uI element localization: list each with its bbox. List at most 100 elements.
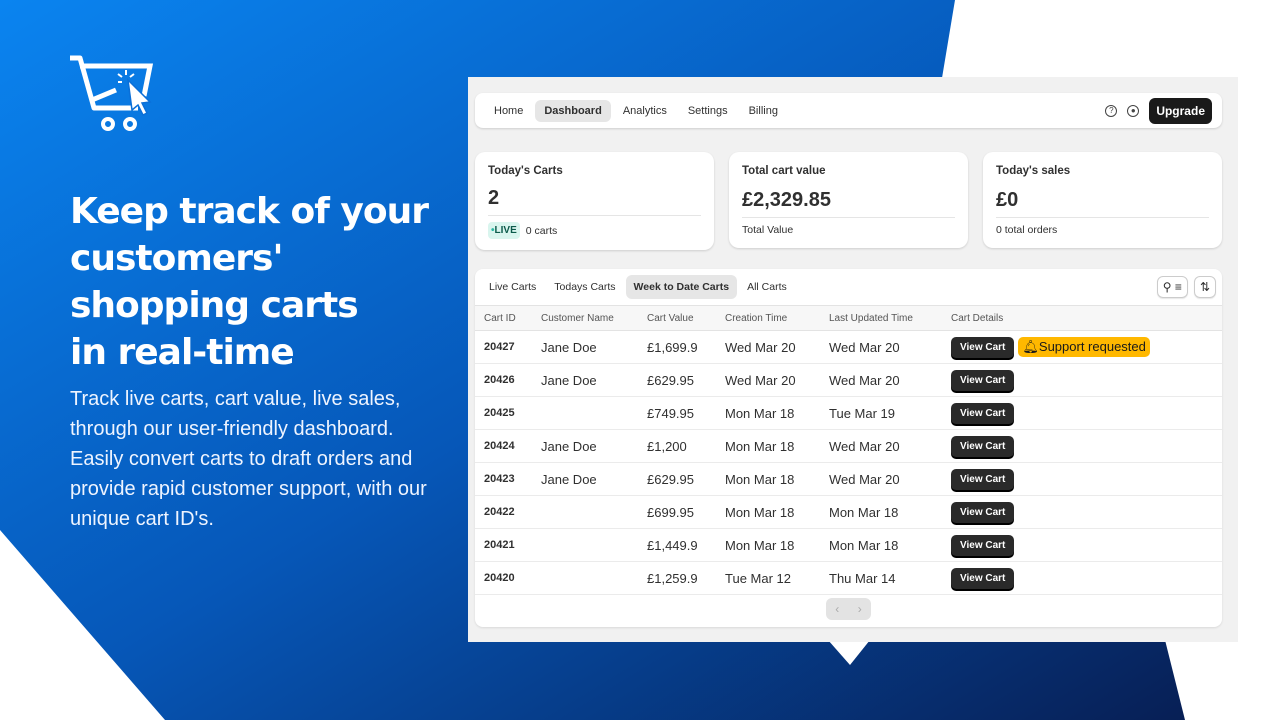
headline-line: customers' xyxy=(70,238,283,279)
creation-time: Mon Mar 18 xyxy=(725,438,795,454)
tab-all-carts[interactable]: All Carts xyxy=(739,275,795,299)
view-cart-button[interactable]: View Cart xyxy=(951,435,1015,457)
tab-week-to-date-carts[interactable]: Week to Date Carts xyxy=(625,275,738,299)
search-filter-button[interactable]: ⚲ ≡ xyxy=(1156,276,1188,298)
card-title: Total cart value xyxy=(742,165,826,177)
col-creation-time: Creation Time xyxy=(725,312,788,324)
last-updated-time: Wed Mar 20 xyxy=(829,339,900,355)
customer-name: Jane Doe xyxy=(541,372,597,388)
sort-icon: ⇅ xyxy=(1199,280,1210,294)
col-customer-name: Customer Name xyxy=(541,312,614,324)
cart-id: 20424 xyxy=(484,440,515,452)
divider xyxy=(996,217,1209,218)
card-todays-carts: Today's Carts 2 •LIVE 0 carts xyxy=(475,152,714,250)
pagination: ‹ › xyxy=(826,598,871,620)
view-cart-button[interactable]: View Cart xyxy=(951,468,1015,490)
next-page-icon[interactable]: › xyxy=(858,602,862,616)
card-sub: 0 total orders xyxy=(996,224,1058,236)
table-row: 20426 Jane Doe £629.95 Wed Mar 20 Wed Ma… xyxy=(475,364,1222,397)
live-label: LIVE xyxy=(494,225,517,236)
cart-value: £1,699.9 xyxy=(647,339,698,355)
user-circle-icon[interactable]: ● xyxy=(1127,104,1140,117)
cart-value: £1,449.9 xyxy=(647,537,698,553)
view-cart-button[interactable]: View Cart xyxy=(951,567,1015,589)
cart-value: £629.95 xyxy=(647,372,694,388)
card-value: £0 xyxy=(996,189,1019,211)
cart-id: 20427 xyxy=(484,341,515,353)
cart-value: £629.95 xyxy=(647,471,694,487)
creation-time: Mon Mar 18 xyxy=(725,471,795,487)
search-icon: ⚲ xyxy=(1162,280,1172,294)
support-requested-badge[interactable]: 🔔︎Support requested xyxy=(1018,337,1150,357)
table-row: 20422 £699.95 Mon Mar 18 Mon Mar 18 View… xyxy=(475,496,1222,529)
creation-time: Wed Mar 20 xyxy=(725,372,796,388)
support-label: Support requested xyxy=(1038,339,1146,354)
nav-settings[interactable]: Settings xyxy=(679,100,737,122)
card-value: 2 xyxy=(488,187,500,209)
cart-id: 20426 xyxy=(484,374,515,386)
card-title: Today's sales xyxy=(996,165,1071,177)
view-cart-button[interactable]: View Cart xyxy=(951,369,1015,391)
table-row: 20427 Jane Doe £1,699.9 Wed Mar 20 Wed M… xyxy=(475,331,1222,364)
tab-todays-carts[interactable]: Todays Carts xyxy=(546,275,623,299)
headline-line: Keep track of your xyxy=(70,191,429,232)
headline-line: in real-time xyxy=(70,332,295,373)
last-updated-time: Wed Mar 20 xyxy=(829,372,900,388)
table-row: 20420 £1,259.9 Tue Mar 12 Thu Mar 14 Vie… xyxy=(475,562,1222,595)
sort-button[interactable]: ⇅ xyxy=(1193,276,1216,298)
table-row: 20424 Jane Doe £1,200 Mon Mar 18 Wed Mar… xyxy=(475,430,1222,463)
customer-name: Jane Doe xyxy=(541,339,597,355)
table-row: 20423 Jane Doe £629.95 Mon Mar 18 Wed Ma… xyxy=(475,463,1222,496)
table-header: Cart ID Customer Name Cart Value Creatio… xyxy=(475,305,1222,331)
last-updated-time: Wed Mar 20 xyxy=(829,438,900,454)
filter-icon: ≡ xyxy=(1174,280,1182,294)
creation-time: Mon Mar 18 xyxy=(725,504,795,520)
cart-logo-icon xyxy=(70,55,154,131)
card-total-cart-value: Total cart value £2,329.85 Total Value xyxy=(729,152,968,248)
creation-time: Wed Mar 20 xyxy=(725,339,796,355)
dashboard-screenshot: Home Dashboard Analytics Settings Billin… xyxy=(468,77,1238,642)
tab-live-carts[interactable]: Live Carts xyxy=(481,275,544,299)
view-cart-button[interactable]: View Cart xyxy=(951,501,1015,523)
cart-value: £1,200 xyxy=(647,438,687,454)
last-updated-time: Mon Mar 18 xyxy=(829,504,899,520)
creation-time: Mon Mar 18 xyxy=(725,537,795,553)
creation-time: Mon Mar 18 xyxy=(725,405,795,421)
headline-line: shopping carts xyxy=(70,285,359,326)
nav-home[interactable]: Home xyxy=(485,100,532,122)
table-row: 20421 £1,449.9 Mon Mar 18 Mon Mar 18 Vie… xyxy=(475,529,1222,562)
view-cart-button[interactable]: View Cart xyxy=(951,534,1015,556)
live-badge: •LIVE xyxy=(488,222,520,239)
nav-billing[interactable]: Billing xyxy=(740,100,787,122)
divider xyxy=(488,215,701,216)
cart-value: £699.95 xyxy=(647,504,694,520)
question-circle-icon[interactable]: ? xyxy=(1105,104,1118,117)
nav-analytics[interactable]: Analytics xyxy=(614,100,676,122)
col-cart-id: Cart ID xyxy=(484,312,516,324)
col-last-updated: Last Updated Time xyxy=(829,312,913,324)
customer-name: Jane Doe xyxy=(541,438,597,454)
cart-value: £749.95 xyxy=(647,405,694,421)
cart-id: 20422 xyxy=(484,506,515,518)
hero-body: Track live carts, cart value, live sales… xyxy=(70,388,427,530)
col-cart-details: Cart Details xyxy=(951,312,1004,324)
creation-time: Tue Mar 12 xyxy=(725,570,791,586)
view-cart-button[interactable]: View Cart xyxy=(951,402,1015,424)
top-nav: Home Dashboard Analytics Settings Billin… xyxy=(475,93,1222,128)
card-sub: 0 carts xyxy=(525,224,558,237)
col-cart-value: Cart Value xyxy=(647,312,694,324)
nav-dashboard[interactable]: Dashboard xyxy=(535,99,611,122)
view-cart-button[interactable]: View Cart xyxy=(951,336,1015,358)
last-updated-time: Wed Mar 20 xyxy=(829,471,900,487)
carts-table: Live Carts Todays Carts Week to Date Car… xyxy=(475,269,1222,627)
table-row: 20425 £749.95 Mon Mar 18 Tue Mar 19 View… xyxy=(475,397,1222,430)
card-value: £2,329.85 xyxy=(742,189,831,211)
cart-id: 20423 xyxy=(484,473,515,485)
last-updated-time: Thu Mar 14 xyxy=(829,570,896,586)
cart-value: £1,259.9 xyxy=(647,570,698,586)
upgrade-button[interactable]: Upgrade xyxy=(1149,97,1212,124)
card-sub: Total Value xyxy=(742,224,794,236)
cart-id: 20420 xyxy=(484,572,515,584)
prev-page-icon[interactable]: ‹ xyxy=(835,602,839,616)
cart-id: 20425 xyxy=(484,407,515,419)
